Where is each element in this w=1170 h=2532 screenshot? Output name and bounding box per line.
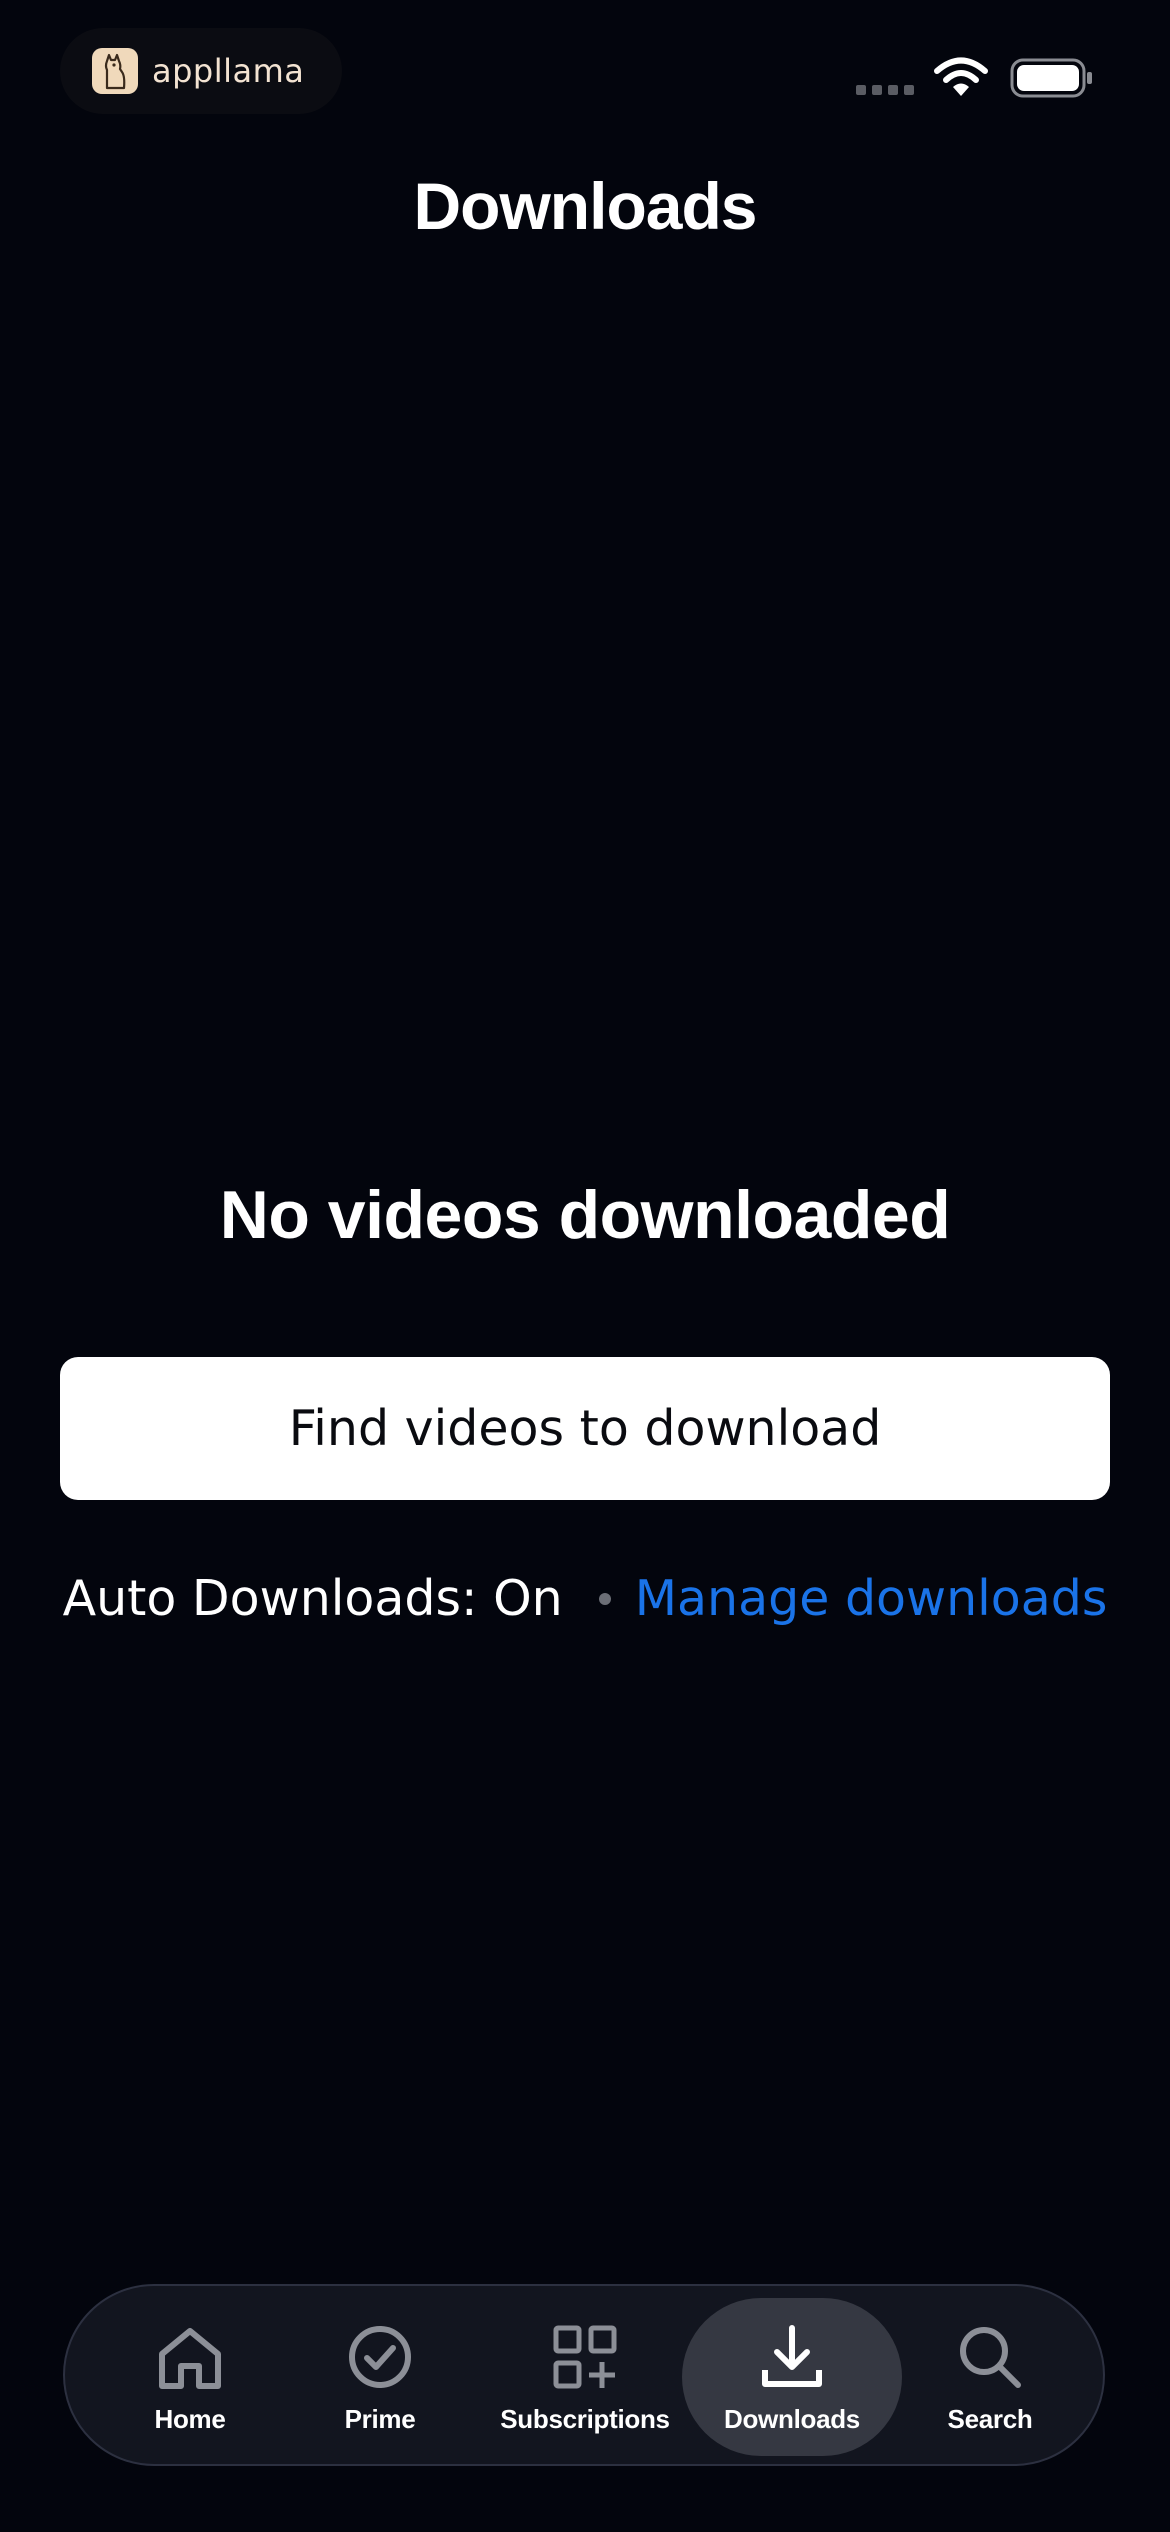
home-icon — [157, 2320, 223, 2390]
download-icon — [759, 2320, 825, 2390]
tab-home[interactable]: Home — [125, 2298, 255, 2456]
battery-icon — [1010, 58, 1094, 103]
wifi-icon — [932, 56, 990, 103]
tab-search[interactable]: Search — [925, 2298, 1055, 2456]
empty-state-title: No videos downloaded — [219, 1177, 951, 1253]
tab-home-label: Home — [154, 2404, 226, 2434]
bottom-tab-bar: Home Prime Subscriptions Downloads Searc… — [63, 2284, 1105, 2466]
brand-badge: appllama — [60, 28, 342, 114]
manage-downloads-link[interactable]: Manage downloads — [635, 1570, 1108, 1627]
tab-subscriptions[interactable]: Subscriptions — [495, 2298, 675, 2456]
tab-downloads-label: Downloads — [724, 2404, 860, 2434]
page-title: Downloads — [413, 169, 757, 243]
tab-search-label: Search — [947, 2404, 1033, 2434]
status-bar: appllama — [0, 0, 1170, 150]
check-circle-icon — [347, 2320, 413, 2390]
search-icon — [957, 2320, 1023, 2390]
llama-logo-icon — [92, 48, 138, 94]
grid-plus-icon — [552, 2320, 618, 2390]
cellular-signal-icon — [856, 85, 914, 95]
separator-dot — [598, 1592, 611, 1605]
tab-prime[interactable]: Prime — [315, 2298, 445, 2456]
tab-subscriptions-label: Subscriptions — [500, 2404, 670, 2434]
find-videos-button[interactable]: Find videos to download — [60, 1357, 1110, 1500]
auto-downloads-status: Auto Downloads: On — [62, 1570, 563, 1627]
tab-prime-label: Prime — [344, 2404, 416, 2434]
tab-downloads[interactable]: Downloads — [682, 2298, 902, 2456]
brand-name: appllama — [152, 52, 305, 90]
auto-downloads-row: Auto Downloads: On Manage downloads — [0, 1570, 1170, 1627]
